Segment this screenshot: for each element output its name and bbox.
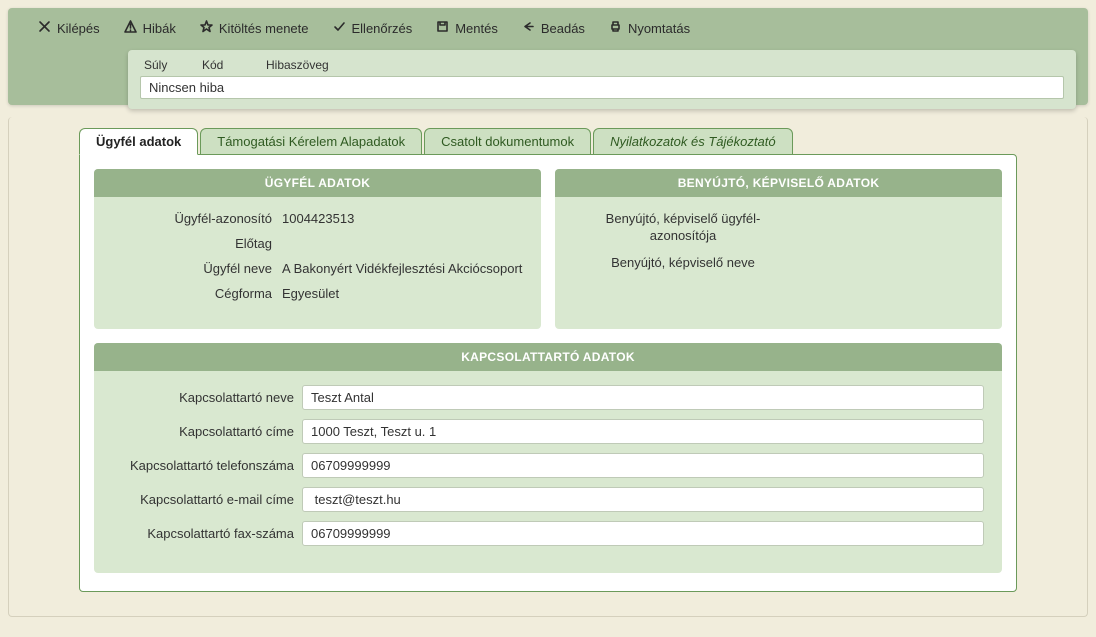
error-panel-header: Súly Kód Hibaszöveg [140,58,1064,76]
contact-email-label: Kapcsolattartó e-mail címe [112,492,302,507]
submit-button[interactable]: Beadás [522,20,585,36]
contact-addr-input[interactable] [302,419,984,444]
errors-label: Hibák [143,21,176,36]
save-icon [436,20,449,36]
contact-phone-label: Kapcsolattartó telefonszáma [112,458,302,473]
errors-icon [124,20,137,36]
contact-phone-row: Kapcsolattartó telefonszáma [112,453,984,478]
contact-email-row: Kapcsolattartó e-mail címe [112,487,984,512]
submitter-id-row: Benyújtó, képviselő ügyfél-azonosítója [573,211,984,245]
print-button[interactable]: Nyomtatás [609,20,690,36]
steps-label: Kitöltés menete [219,21,309,36]
submitter-name-label: Benyújtó, képviselő neve [573,255,793,272]
tab-3[interactable]: Nyilatkozatok és Tájékoztató [593,128,792,155]
print-icon [609,20,622,36]
submitter-card-title: BENYÚJTÓ, KÉPVISELŐ ADATOK [555,169,1002,197]
submitter-name-row: Benyújtó, képviselő neve [573,255,984,272]
contact-card-title: KAPCSOLATTARTÓ ADATOK [94,343,1002,371]
top-toolbar-wrap: Kilépés Hibák Kitöltés menete Ellenőrzés Men… [8,8,1088,105]
error-panel: Súly Kód Hibaszöveg Nincsen hiba [128,50,1076,109]
col-weight: Súly [144,58,182,72]
client-prefix-row: Előtag [112,236,523,251]
steps-icon [200,20,213,36]
submit-label: Beadás [541,21,585,36]
errors-button[interactable]: Hibák [124,20,176,36]
exit-label: Kilépés [57,21,100,36]
top-toolbar: Kilépés Hibák Kitöltés menete Ellenőrzés Men… [20,16,1076,46]
tab-1[interactable]: Támogatási Kérelem Alapadatok [200,128,422,155]
contact-fax-row: Kapcsolattartó fax-száma [112,521,984,546]
client-name-label: Ügyfél neve [112,261,282,276]
submit-icon [522,20,535,36]
check-button[interactable]: Ellenőrzés [333,20,413,36]
client-prefix-label: Előtag [112,236,282,251]
save-label: Mentés [455,21,498,36]
contact-name-label: Kapcsolattartó neve [112,390,302,405]
tab-0[interactable]: Ügyfél adatok [79,128,198,155]
steps-button[interactable]: Kitöltés menete [200,20,309,36]
client-name-value: A Bakonyért Vidékfejlesztési Akciócsopor… [282,261,523,276]
contact-email-input[interactable] [302,487,984,512]
client-form-value: Egyesület [282,286,523,301]
contact-fax-input[interactable] [302,521,984,546]
client-id-value: 1004423513 [282,211,523,226]
client-id-label: Ügyfél-azonosító [112,211,282,226]
submitter-id-label: Benyújtó, képviselő ügyfél-azonosítója [573,211,793,245]
tab-strip: Ügyfél adatokTámogatási Kérelem Alapadat… [79,127,1017,154]
col-msg: Hibaszöveg [266,58,329,72]
error-row: Nincsen hiba [140,76,1064,99]
contact-name-input[interactable] [302,385,984,410]
client-form-label: Cégforma [112,286,282,301]
print-label: Nyomtatás [628,21,690,36]
client-name-row: Ügyfél neve A Bakonyért Vidékfejlesztési… [112,261,523,276]
check-icon [333,20,346,36]
tab-body: ÜGYFÉL ADATOK Ügyfél-azonosító 100442351… [79,154,1017,592]
client-data-card: ÜGYFÉL ADATOK Ügyfél-azonosító 100442351… [94,169,541,329]
save-button[interactable]: Mentés [436,20,498,36]
main-panel: Ügyfél adatokTámogatási Kérelem Alapadat… [8,117,1088,617]
client-card-title: ÜGYFÉL ADATOK [94,169,541,197]
contact-fax-label: Kapcsolattartó fax-száma [112,526,302,541]
client-form-row: Cégforma Egyesület [112,286,523,301]
client-id-row: Ügyfél-azonosító 1004423513 [112,211,523,226]
exit-button[interactable]: Kilépés [38,20,100,36]
contact-phone-input[interactable] [302,453,984,478]
contact-name-row: Kapcsolattartó neve [112,385,984,410]
contact-addr-label: Kapcsolattartó címe [112,424,302,439]
contact-card: KAPCSOLATTARTÓ ADATOK Kapcsolattartó nev… [94,343,1002,573]
col-code: Kód [202,58,246,72]
contact-addr-row: Kapcsolattartó címe [112,419,984,444]
check-label: Ellenőrzés [352,21,413,36]
tab-2[interactable]: Csatolt dokumentumok [424,128,591,155]
exit-icon [38,20,51,36]
submitter-card: BENYÚJTÓ, KÉPVISELŐ ADATOK Benyújtó, kép… [555,169,1002,329]
